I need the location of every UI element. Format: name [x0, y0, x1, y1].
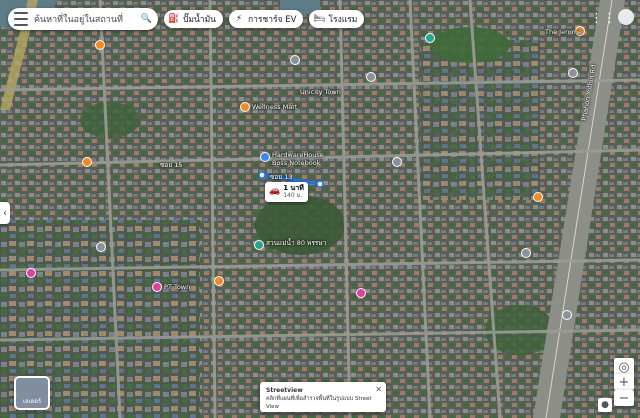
- place-pin-grey[interactable]: [521, 248, 531, 258]
- gas-station-icon: ⛽: [168, 14, 180, 24]
- route-info-card[interactable]: 🚗 1 นาที 140 ม.: [265, 182, 308, 202]
- search-box[interactable]: ค้นหาที่ในอยู่ในสถานที่ 🔍: [8, 8, 158, 30]
- chip-label: การชาร์จ EV: [248, 15, 297, 25]
- satellite-map[interactable]: [0, 0, 640, 418]
- place-pin-pink[interactable]: [356, 288, 366, 298]
- map-label: ซอย 13: [270, 173, 293, 181]
- map-label: ซอย 15: [160, 161, 183, 169]
- place-pin-orange[interactable]: [214, 276, 224, 286]
- account-avatar[interactable]: [618, 9, 634, 25]
- route-start-dot: [258, 171, 266, 179]
- layers-label: เลเยอร์: [22, 398, 42, 405]
- chip-ev-charging[interactable]: ⚡ การชาร์จ EV: [229, 10, 304, 28]
- place-pin-pink[interactable]: [152, 282, 162, 292]
- place-pin-orange[interactable]: [95, 40, 105, 50]
- route-end-dot: [316, 180, 324, 188]
- header-right: ⋮⋮: [590, 9, 634, 27]
- place-pin-orange[interactable]: [240, 102, 250, 112]
- place-pin-grey[interactable]: [96, 242, 106, 252]
- zoom-in-button[interactable]: +: [614, 374, 634, 390]
- toast-title: Streetview: [266, 387, 303, 394]
- chip-gas-station[interactable]: ⛽ ปั๊มน้ำมัน: [164, 10, 223, 28]
- map-label: PT Town: [164, 283, 191, 291]
- car-icon: 🚗: [269, 186, 281, 197]
- place-pin-grey[interactable]: [366, 72, 376, 82]
- place-pin-teal[interactable]: [425, 33, 435, 43]
- chip-label: ปั๊มน้ำมัน: [183, 15, 216, 25]
- close-icon[interactable]: ✕: [375, 384, 382, 396]
- apps-grid-icon[interactable]: ⋮⋮: [590, 9, 616, 27]
- place-pin-grey[interactable]: [392, 157, 402, 167]
- place-pin-teal[interactable]: [254, 240, 264, 250]
- toast-body: คลิกที่แผนที่เพื่อสำรวจพื้นที่ในรูปแบบ S…: [266, 396, 372, 411]
- hotel-icon: 🛏: [313, 14, 326, 24]
- chip-label: โรงแรม: [328, 15, 358, 25]
- hamburger-menu-icon[interactable]: [14, 12, 28, 26]
- map-label: สวนแม่น้ำ 80 พรรษา: [266, 239, 327, 247]
- place-pin-grey[interactable]: [290, 55, 300, 65]
- place-pin-orange[interactable]: [82, 157, 92, 167]
- chip-hotel[interactable]: 🛏 โรงแรม: [309, 10, 365, 28]
- route-distance: 140 ม.: [283, 192, 303, 200]
- map-label: HardwareHouse: [272, 151, 324, 159]
- streetview-toast: Streetview คลิกที่แผนที่เพื่อสำรวจพื้นที…: [260, 382, 386, 412]
- place-pin-blue[interactable]: [260, 152, 270, 162]
- collapse-side-panel-button[interactable]: ‹: [0, 202, 10, 224]
- map-label: Unicity Town: [300, 88, 341, 96]
- top-bar: ค้นหาที่ในอยู่ในสถานที่ 🔍 ⛽ ปั๊มน้ำมัน ⚡…: [8, 8, 365, 30]
- ev-charger-icon: ⚡: [235, 14, 243, 24]
- place-pin-grey[interactable]: [568, 68, 578, 78]
- place-pin-grey[interactable]: [562, 310, 572, 320]
- place-pin-orange[interactable]: [533, 192, 543, 202]
- zoom-out-button[interactable]: −: [614, 390, 634, 406]
- search-icon[interactable]: 🔍: [141, 14, 152, 24]
- map-label: Boss Notebook: [272, 159, 321, 167]
- pegman-icon[interactable]: ●: [598, 398, 612, 412]
- place-pin-pink[interactable]: [26, 268, 36, 278]
- route-time: 1 นาที: [283, 184, 304, 192]
- map-label: Wellness Mart: [252, 103, 298, 111]
- search-input[interactable]: ค้นหาที่ในอยู่ในสถานที่: [34, 12, 141, 26]
- map-label: The Jerome: [545, 28, 582, 36]
- layers-button[interactable]: เลเยอร์: [14, 376, 50, 410]
